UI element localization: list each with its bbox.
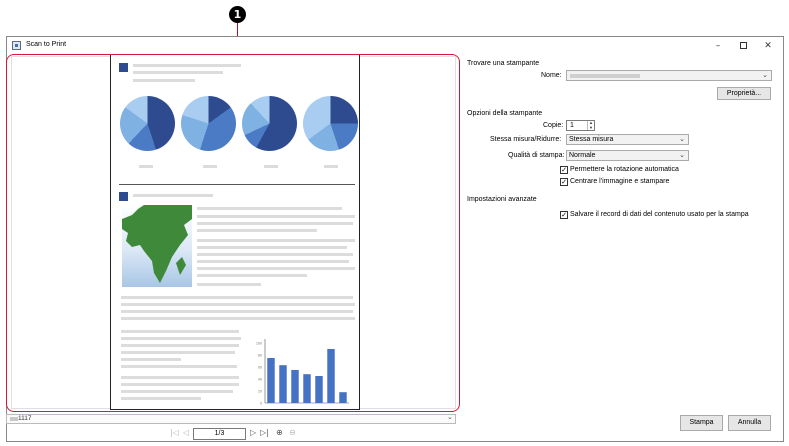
chevron-down-icon: ⌄ [762,71,768,79]
maximize-button[interactable] [730,37,756,54]
cancel-button[interactable]: Annulla [728,415,771,431]
previous-page-icon[interactable]: ◁ [183,428,189,438]
section-title-printer: Trovare una stampante [467,60,540,67]
minimize-button[interactable]: – [705,37,731,54]
center-image-label[interactable]: Centrare l'immagine e stampare [570,178,669,185]
chevron-down-icon[interactable]: ⌄ [447,413,453,421]
auto-rotate-checkbox[interactable]: ✓ [560,166,568,174]
close-button[interactable]: ✕ [755,37,781,54]
quality-select[interactable]: Normale ⌄ [566,150,689,161]
file-selector[interactable] [6,414,456,424]
chevron-down-icon: ⌄ [679,151,685,159]
section-title-options: Opzioni della stampante [467,110,543,117]
chevron-down-icon: ⌄ [679,135,685,143]
save-record-label[interactable]: Salvare il record di dati del contenuto … [570,211,749,218]
center-image-checkbox[interactable]: ✓ [560,178,568,186]
window-title: Scan to Print [26,41,67,48]
quality-label: Qualità di stampa: [508,152,565,159]
first-page-icon[interactable]: |◁ [170,428,179,438]
scale-value: Stessa misura [569,136,614,143]
print-button[interactable]: Stampa [680,415,723,431]
save-record-checkbox[interactable]: ✓ [560,211,568,219]
properties-button[interactable]: Proprietà... [717,87,771,100]
section-title-advanced: Impostazioni avanzate [467,196,537,203]
copies-spinner[interactable]: 1 ▲ ▼ [566,120,595,131]
blurred-file-prefix [10,417,18,421]
spin-down-icon[interactable]: ▼ [589,125,593,130]
zoom-in-icon[interactable]: ⊕ [276,428,283,438]
page-number-field[interactable]: 1/3 [193,428,246,440]
printer-name-select[interactable]: ⌄ [566,70,772,81]
auto-rotate-label[interactable]: Permettere la rotazione automatica [570,166,679,173]
next-page-icon[interactable]: ▷ [250,428,256,438]
spinner-arrows[interactable]: ▲ ▼ [587,120,594,130]
printer-name-label: Nome: [541,72,562,79]
scale-label: Stessa misura/Ridurre: [490,136,562,143]
callout-number-badge: 1 [229,6,246,23]
quality-value: Normale [569,152,596,159]
file-selector-label: 1117 [18,415,32,422]
scale-select[interactable]: Stessa misura ⌄ [566,134,689,145]
copies-label: Copie: [543,122,564,129]
copies-value: 1 [570,122,574,129]
title-bar: Scan to Print – ✕ [7,37,783,54]
zoom-out-icon[interactable]: ⊖ [289,428,296,438]
blurred-printer-name [570,74,640,78]
preview-highlight-outline [6,54,460,412]
app-icon [12,41,21,50]
last-page-icon[interactable]: ▷| [260,428,269,438]
maximize-icon [739,42,747,49]
